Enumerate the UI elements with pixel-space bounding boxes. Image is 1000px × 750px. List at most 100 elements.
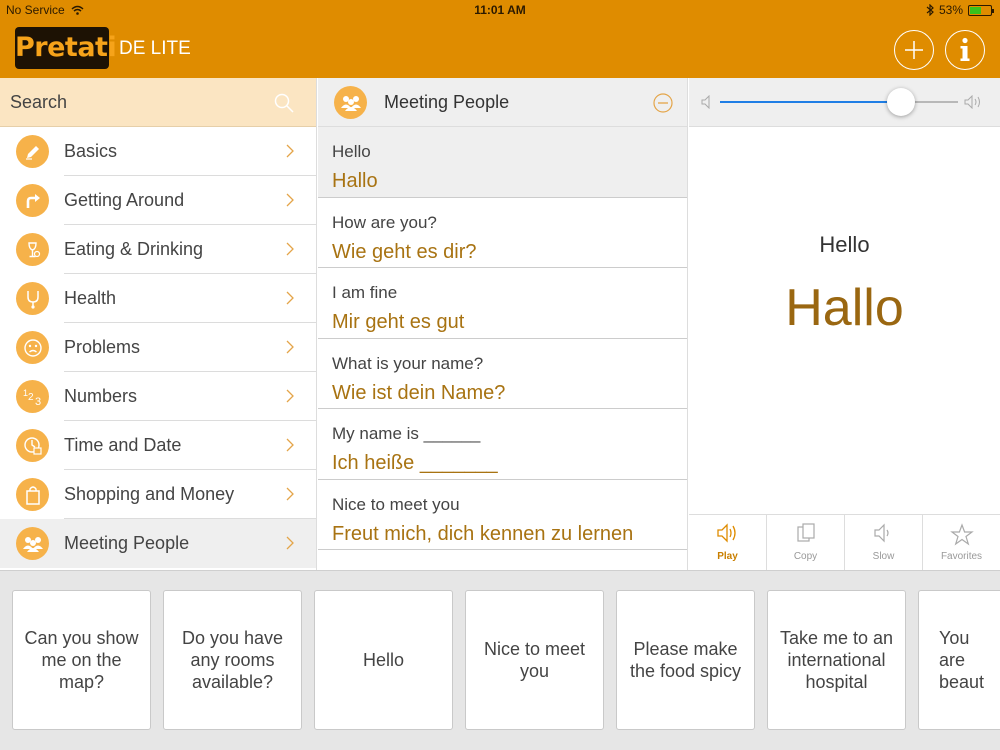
play-button[interactable]: Play [689, 515, 767, 570]
phrase-english: Hello [332, 142, 371, 161]
phrase-german: Freut mich, dich kennen zu lernen [332, 522, 634, 545]
favorites-button[interactable]: Favorites [923, 515, 1000, 570]
category-label: Eating & Drinking [64, 225, 316, 274]
phrase-row[interactable]: What is your name? Wie ist dein Name? [318, 339, 687, 409]
volume-slider[interactable] [720, 88, 958, 116]
volume-slider-fill [720, 101, 901, 103]
pencil-icon [25, 145, 39, 160]
recent-phrase-card[interactable]: You are beaut [918, 590, 1000, 730]
category-eating-drinking[interactable]: Eating & Drinking [0, 225, 316, 274]
category-label: Getting Around [64, 176, 316, 225]
chevron-right-icon [286, 242, 294, 256]
shopping-bag-icon [25, 485, 40, 505]
status-bar: No Service 11:01 AM 53% [0, 0, 1000, 20]
category-icon-badge [16, 331, 49, 364]
svg-text:2: 2 [28, 392, 34, 403]
selected-phrase-german: Hallo [785, 279, 904, 337]
recent-phrase-card[interactable]: Can you show me on the map? [12, 590, 151, 730]
slow-button[interactable]: Slow [845, 515, 923, 570]
category-label: Time and Date [64, 421, 316, 470]
category-time-date[interactable]: Time and Date [0, 421, 316, 470]
chevron-right-icon [286, 340, 294, 354]
category-sidebar: Basics Getting Around Eating & Drinking … [0, 78, 317, 570]
wine-glass-icon [27, 241, 40, 257]
recent-phrase-card[interactable]: Nice to meet you [465, 590, 604, 730]
speaker-low-icon [701, 95, 710, 109]
recent-phrase-card[interactable]: Do you have any rooms available? [163, 590, 302, 730]
search-icon [274, 93, 294, 113]
category-numbers[interactable]: 123 Numbers [0, 372, 316, 421]
category-icon-badge [16, 282, 49, 315]
category-health[interactable]: Health [0, 274, 316, 323]
phrase-english: How are you? [332, 212, 437, 232]
phrase-german: Wie ist dein Name? [332, 381, 506, 404]
chevron-right-icon [286, 291, 294, 305]
card-text: Do you have any rooms available? [181, 628, 284, 692]
action-bar: Play Copy Slow Favorites [689, 514, 1000, 570]
category-label: Basics [64, 127, 316, 176]
copy-label: Copy [793, 551, 818, 562]
phrase-row[interactable]: My name is ______ Ich heiße _______ [318, 409, 687, 480]
recent-phrase-card[interactable]: Take me to an international hospital [767, 590, 906, 730]
phrase-panel-title: Meeting People [384, 92, 510, 112]
category-shopping-money[interactable]: Shopping and Money [0, 470, 316, 519]
volume-slider-thumb[interactable] [886, 88, 915, 116]
add-button[interactable] [894, 30, 934, 70]
phrase-list-panel: Meeting People Hello Hallo How are you? … [318, 78, 688, 570]
bluetooth-icon [926, 4, 934, 16]
phrase-german: Mir geht es gut [332, 311, 465, 333]
phrase-row[interactable]: How are you? Wie geht es dir? [318, 198, 687, 268]
app-logo: Pretati [15, 27, 117, 69]
category-icon-badge [16, 527, 49, 560]
app-header: Pretati DE LITE [0, 20, 1000, 78]
chevron-right-icon [286, 193, 294, 207]
turn-arrow-icon [26, 193, 40, 208]
category-label: Health [64, 274, 316, 323]
chevron-right-icon [286, 389, 294, 403]
minus-circle-icon[interactable] [653, 93, 673, 113]
recent-phrase-card[interactable]: Please make the food spicy [616, 590, 755, 730]
phrase-english: Nice to meet you [332, 494, 460, 514]
phrase-panel-header: Meeting People [318, 78, 687, 127]
people-icon [340, 95, 361, 111]
category-getting-around[interactable]: Getting Around [0, 176, 316, 225]
category-problems[interactable]: Problems [0, 323, 316, 372]
search-input[interactable] [0, 78, 316, 126]
category-icon-badge [16, 135, 49, 168]
chevron-right-icon [286, 536, 294, 550]
phrase-english: I am fine [332, 283, 398, 302]
info-button[interactable] [945, 30, 985, 70]
phrase-german: Hallo [332, 170, 378, 192]
copy-button[interactable]: Copy [767, 515, 845, 570]
plus-circle-icon [905, 41, 923, 59]
people-icon [22, 536, 43, 552]
phrase-row[interactable]: I am fine Mir geht es gut [318, 268, 687, 339]
volume-bar [689, 78, 1000, 127]
category-icon-badge [334, 86, 367, 119]
slow-label: Slow [872, 551, 895, 562]
chevron-right-icon [286, 487, 294, 501]
phrase-german: Ich heiße _______ [332, 452, 498, 474]
clock-calendar-icon [23, 436, 42, 455]
recent-phrase-card[interactable]: Hello [314, 590, 453, 730]
card-text: You are beaut [939, 628, 985, 692]
phrase-row[interactable]: Hello Hallo [318, 127, 687, 198]
star-icon [949, 523, 974, 546]
card-text: Please make the food spicy [629, 639, 742, 681]
category-basics[interactable]: Basics [0, 127, 316, 176]
copy-icon [796, 523, 815, 542]
card-text: Hello [362, 650, 405, 670]
app-edition: DE LITE [119, 38, 191, 59]
search-bar [0, 78, 316, 127]
category-icon-badge [16, 429, 49, 462]
phrase-row[interactable]: Nice to meet you Freut mich, dich kennen… [318, 480, 687, 550]
info-circle-icon [960, 37, 970, 61]
phrase-english: My name is ______ [332, 424, 481, 443]
category-icon-badge [16, 184, 49, 217]
speaker-high-icon [964, 95, 980, 109]
category-meeting-people[interactable]: Meeting People [0, 519, 316, 568]
battery-fill [970, 6, 981, 14]
category-label: Numbers [64, 372, 316, 421]
chevron-right-icon [286, 144, 294, 158]
speaker-slow-icon [873, 523, 889, 543]
